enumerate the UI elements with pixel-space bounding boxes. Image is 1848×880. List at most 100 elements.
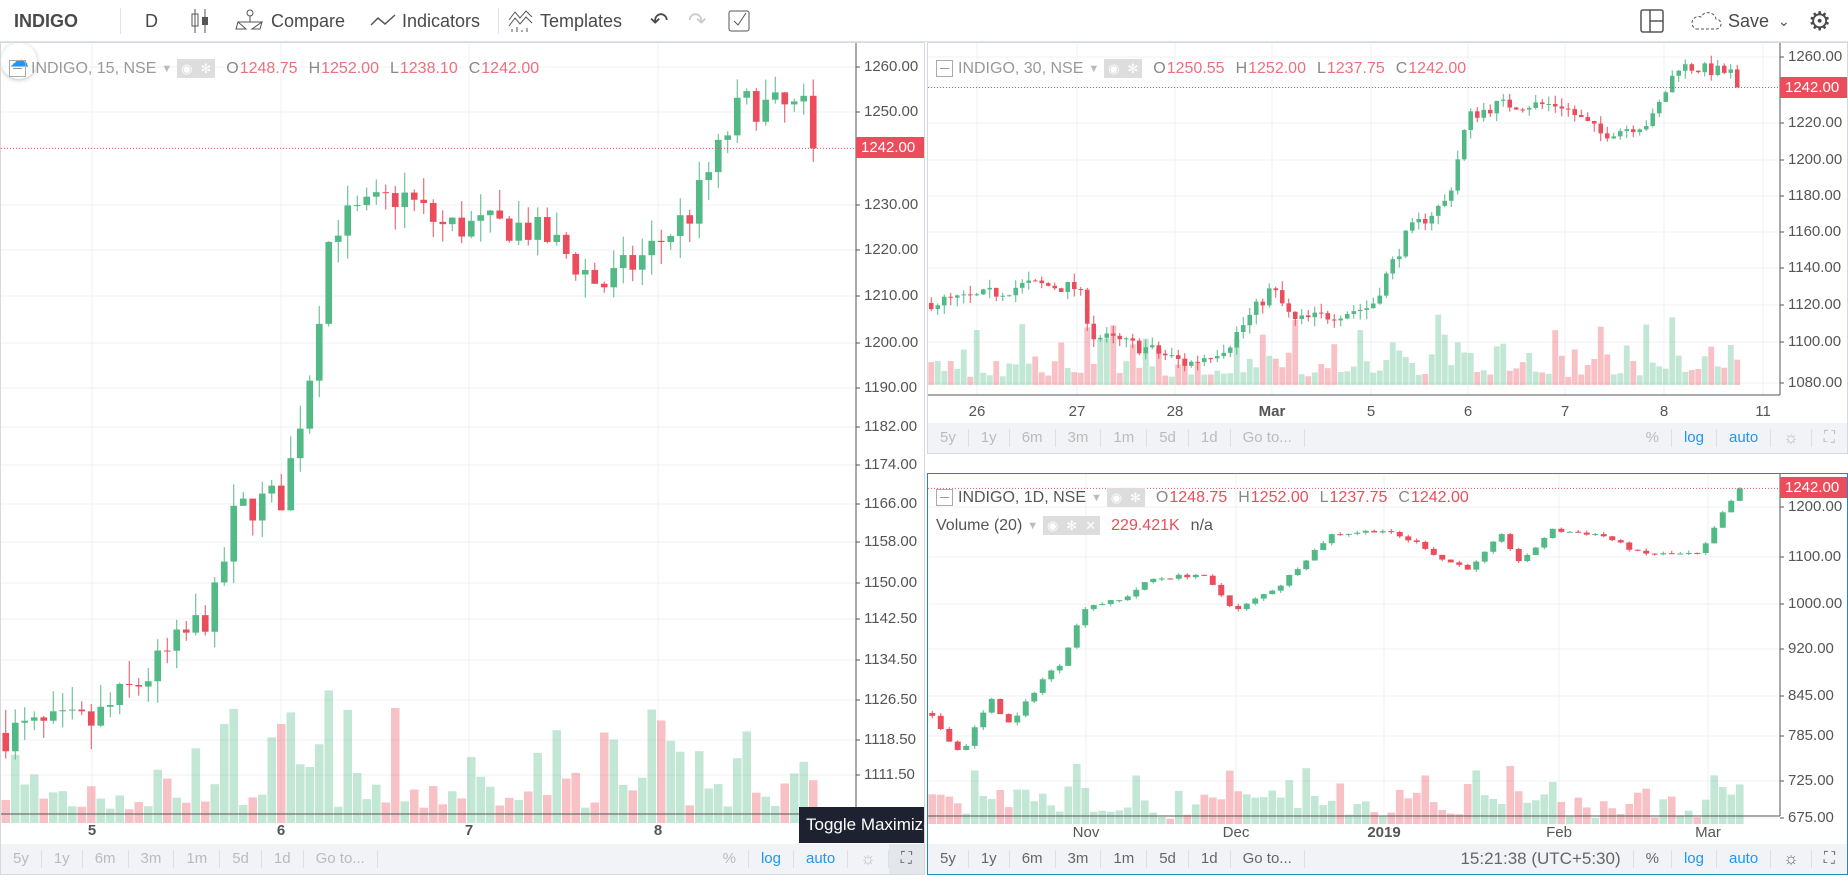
- range-button-5y[interactable]: 5y: [1, 850, 42, 868]
- eye-icon[interactable]: ◉: [1043, 516, 1063, 535]
- save-menu-button[interactable]: ⌄: [1778, 0, 1790, 42]
- range-button-3m[interactable]: 3m: [129, 850, 175, 868]
- candle: [1073, 625, 1080, 648]
- collapse-icon[interactable]: [9, 60, 26, 77]
- volume-bar: [761, 796, 771, 823]
- candle: [1320, 543, 1327, 551]
- settings-button[interactable]: ☼: [848, 850, 889, 868]
- range-button-5y[interactable]: 5y: [928, 850, 969, 868]
- maximize-button[interactable]: ⛶: [888, 844, 924, 874]
- chevron-down-icon[interactable]: ▼: [1027, 520, 1038, 532]
- chart-type-button[interactable]: [190, 0, 210, 42]
- gear-icon[interactable]: ✻: [1123, 59, 1143, 78]
- time-label: Feb: [1546, 824, 1572, 841]
- range-button-5d[interactable]: 5d: [1147, 850, 1189, 868]
- eye-icon[interactable]: ◉: [177, 59, 197, 78]
- settings-button[interactable]: ⚙: [1808, 0, 1831, 42]
- auto-toggle[interactable]: auto: [1717, 850, 1772, 868]
- range-button-5y[interactable]: 5y: [928, 429, 969, 447]
- log-toggle[interactable]: log: [1672, 850, 1717, 868]
- goto-button[interactable]: Go to...: [1231, 429, 1305, 447]
- templates-button[interactable]: Templates: [508, 0, 622, 42]
- layout-button[interactable]: [1640, 0, 1664, 42]
- collapse-icon[interactable]: [936, 60, 953, 77]
- candle: [1292, 311, 1298, 320]
- range-button-1m[interactable]: 1m: [1101, 850, 1148, 868]
- price-label: 1174.00: [864, 456, 918, 473]
- auto-toggle[interactable]: auto: [1717, 429, 1772, 447]
- checklist-button[interactable]: [728, 0, 750, 42]
- redo-button[interactable]: ↷: [688, 0, 706, 42]
- maximize-button[interactable]: ⛶: [1812, 429, 1847, 447]
- candle: [439, 221, 447, 225]
- series-legend: INDIGO, 30, NSE ▼ ◉ ✻ O 1250.55 H 1252.00 L 1237.…: [936, 59, 1466, 78]
- settings-button[interactable]: ☼: [1771, 429, 1812, 447]
- volume-title[interactable]: Volume (20): [936, 517, 1022, 535]
- ohlc-key-c: C: [468, 59, 481, 77]
- save-button[interactable]: Save: [1690, 0, 1769, 42]
- chart-panel-1[interactable]: 1260.00 1250.00 1230.00 1220.00 1210.00 1200.…: [0, 42, 925, 875]
- volume-bar: [934, 361, 941, 385]
- percent-toggle[interactable]: %: [711, 850, 749, 868]
- eye-icon[interactable]: ◉: [1106, 488, 1126, 507]
- candle: [1549, 528, 1556, 539]
- range-button-1y[interactable]: 1y: [42, 850, 83, 868]
- range-button-5d[interactable]: 5d: [220, 850, 262, 868]
- log-toggle[interactable]: log: [1672, 429, 1717, 447]
- chart-panel-3[interactable]: 1200.00 1100.00 1000.00 920.00 845.00 785.00 7…: [927, 473, 1848, 875]
- range-button-6m[interactable]: 6m: [1010, 429, 1056, 447]
- auto-toggle[interactable]: auto: [794, 850, 849, 868]
- range-button-1d[interactable]: 1d: [1189, 429, 1231, 447]
- log-toggle[interactable]: log: [749, 850, 794, 868]
- undo-button[interactable]: ↶: [650, 0, 668, 42]
- gear-icon[interactable]: ✻: [1062, 516, 1082, 535]
- chart-panel-2[interactable]: 1260.00 1220.00 1200.00 1180.00 1160.00 1140.…: [927, 42, 1848, 454]
- range-button-6m[interactable]: 6m: [83, 850, 129, 868]
- volume-bar: [210, 784, 220, 823]
- candle: [1430, 548, 1437, 555]
- symbol-search[interactable]: INDIGO: [14, 0, 78, 42]
- indicators-button[interactable]: Indicators: [370, 0, 480, 42]
- series-title[interactable]: INDIGO, 15, NSE: [31, 60, 156, 78]
- chevron-down-icon[interactable]: ▼: [1091, 492, 1102, 504]
- interval-button[interactable]: D: [145, 0, 158, 42]
- range-button-3m[interactable]: 3m: [1056, 429, 1102, 447]
- gear-icon[interactable]: ✻: [1125, 488, 1145, 507]
- gear-icon[interactable]: ✻: [196, 59, 216, 78]
- settings-button[interactable]: ☼: [1771, 850, 1812, 868]
- percent-toggle[interactable]: %: [1634, 429, 1672, 447]
- ohlc-value-o: 1248.75: [239, 59, 298, 77]
- goto-button[interactable]: Go to...: [304, 850, 378, 868]
- range-button-3m[interactable]: 3m: [1056, 850, 1102, 868]
- collapse-icon[interactable]: [936, 489, 953, 506]
- candle: [1065, 647, 1072, 666]
- goto-button[interactable]: Go to...: [1231, 850, 1305, 868]
- volume-bar: [1714, 366, 1721, 385]
- maximize-button[interactable]: ⛶: [1812, 850, 1847, 868]
- compare-button[interactable]: Compare: [235, 0, 345, 42]
- candle: [296, 428, 304, 459]
- candle: [1651, 553, 1658, 555]
- series-title[interactable]: INDIGO, 30, NSE: [958, 60, 1083, 78]
- range-button-1m[interactable]: 1m: [1101, 429, 1148, 447]
- eye-icon[interactable]: ◉: [1104, 59, 1124, 78]
- volume-bar: [381, 802, 391, 823]
- range-button-1y[interactable]: 1y: [969, 850, 1010, 868]
- range-button-1d[interactable]: 1d: [1189, 850, 1231, 868]
- candle: [325, 241, 333, 324]
- range-button-1y[interactable]: 1y: [969, 429, 1010, 447]
- candle: [1481, 551, 1488, 562]
- candle: [562, 234, 570, 254]
- chevron-down-icon[interactable]: ▼: [1088, 63, 1099, 75]
- range-button-6m[interactable]: 6m: [1010, 850, 1056, 868]
- candle: [59, 710, 67, 712]
- range-button-1d[interactable]: 1d: [262, 850, 304, 868]
- volume-bar: [1357, 330, 1364, 385]
- percent-toggle[interactable]: %: [1634, 850, 1672, 868]
- volume-bar: [1701, 356, 1708, 385]
- range-button-5d[interactable]: 5d: [1147, 429, 1189, 447]
- chevron-down-icon[interactable]: ▼: [161, 63, 172, 75]
- close-icon[interactable]: ✕: [1081, 516, 1101, 535]
- range-button-1m[interactable]: 1m: [174, 850, 221, 868]
- series-title[interactable]: INDIGO, 1D, NSE: [958, 489, 1086, 507]
